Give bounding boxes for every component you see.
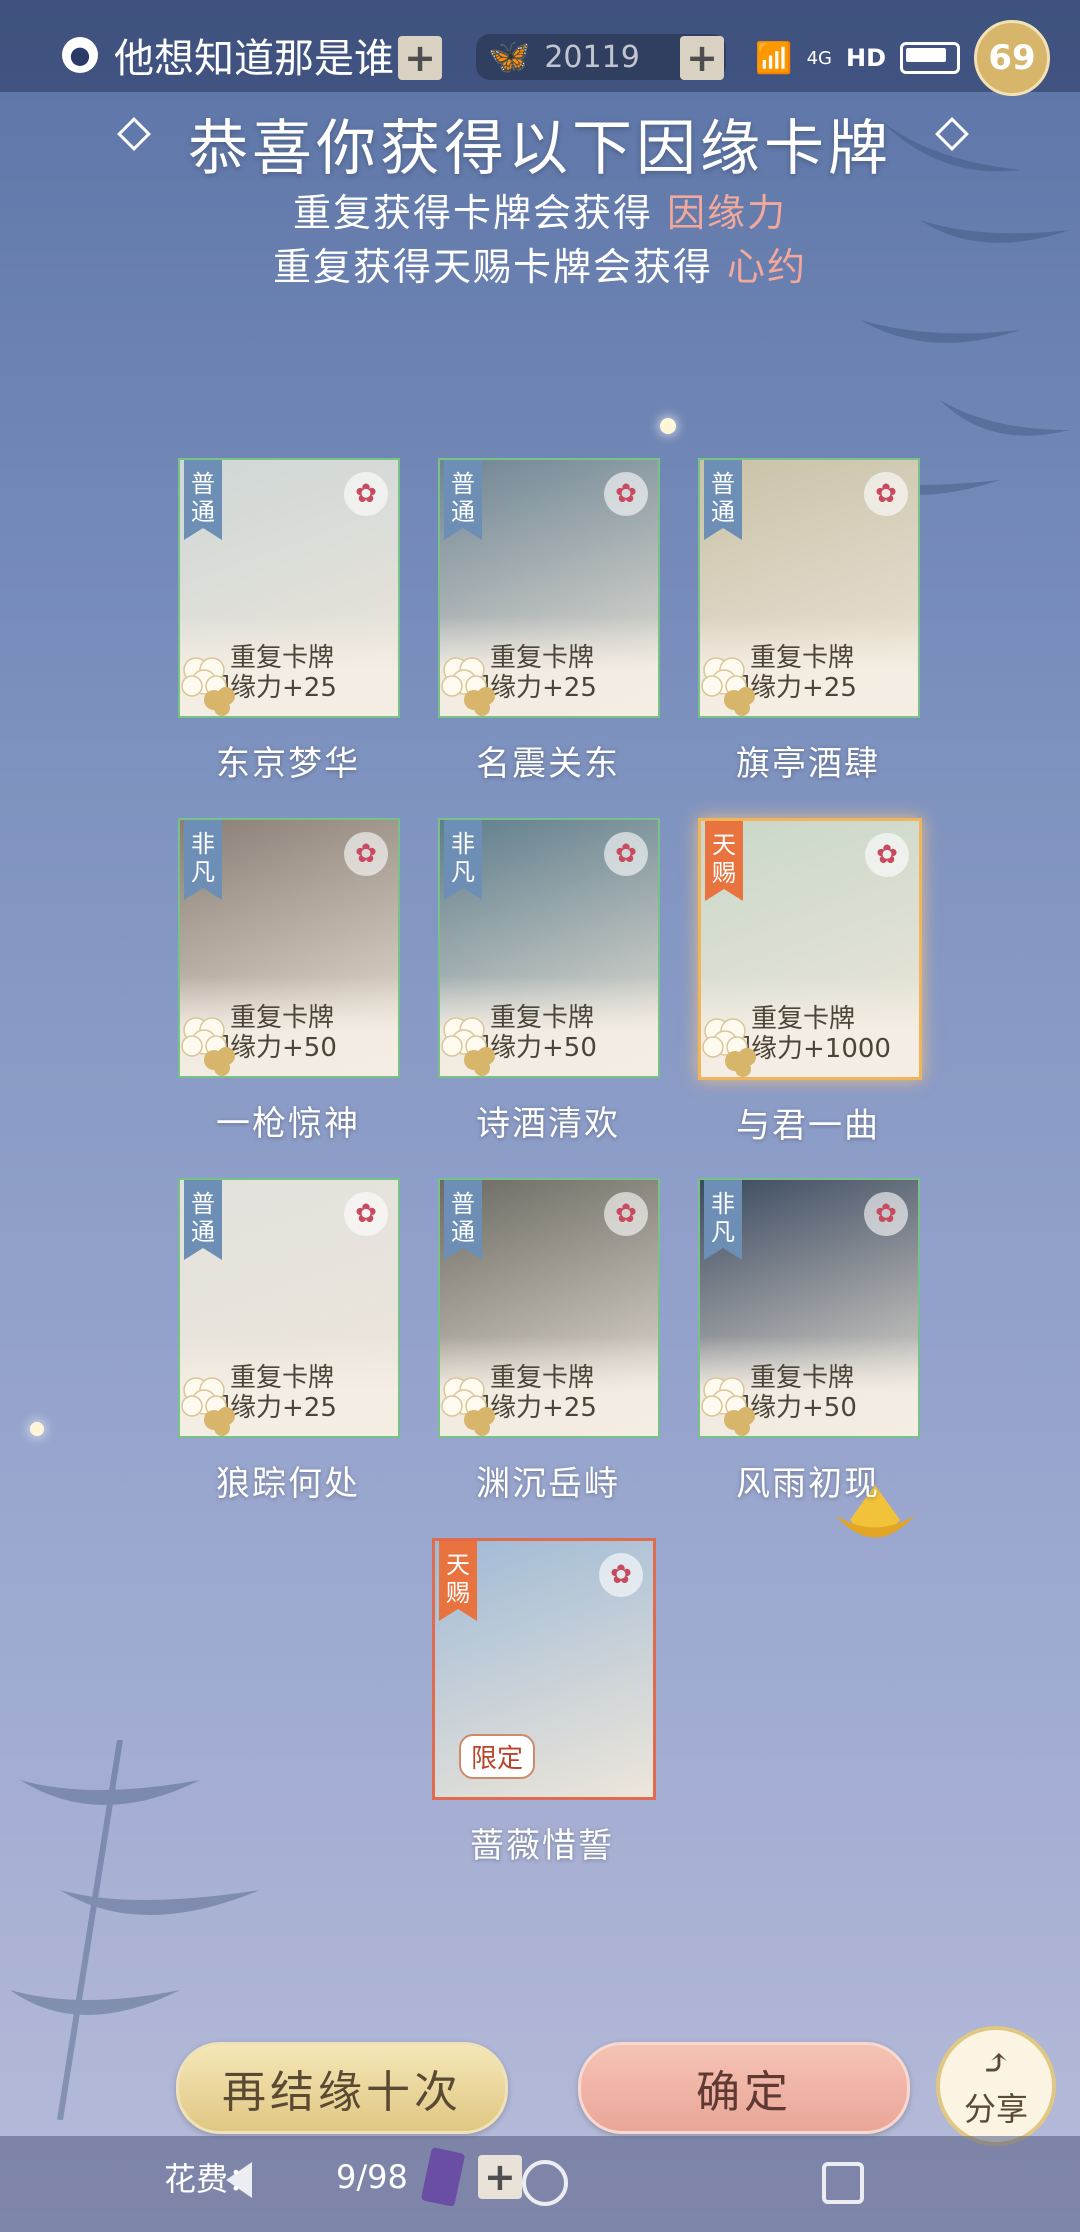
status-right: 📶 4G HD 69 xyxy=(755,20,1050,96)
share-icon: ⤴ xyxy=(980,2042,1012,2084)
card-art[interactable]: 非凡 ✿ 重复卡牌 因缘力+50 xyxy=(698,1178,920,1438)
card-name: 渊沉岳峙 xyxy=(476,1464,620,1504)
card-name: 名震关东 xyxy=(476,744,620,784)
card-emblem-icon: ✿ xyxy=(604,1192,648,1236)
card-art[interactable]: 非凡 ✿ 重复卡牌 因缘力+50 xyxy=(438,818,660,1078)
rarity-tag: 非凡 xyxy=(184,820,222,900)
add-butterfly-button[interactable]: + xyxy=(680,36,724,80)
card-art[interactable]: 普通 ✿ 重复卡牌 因缘力+25 xyxy=(698,458,920,718)
sparkle xyxy=(30,1422,44,1436)
rarity-tag: 非凡 xyxy=(704,1180,742,1260)
card-art[interactable]: 非凡 ✿ 重复卡牌 因缘力+50 xyxy=(178,818,400,1078)
card-item[interactable]: 普通 ✿ 重复卡牌 因缘力+25 渊沉岳峙 xyxy=(438,1178,660,1505)
sakura-flower-icon xyxy=(181,1377,235,1436)
card-emblem-icon: ✿ xyxy=(344,472,388,516)
network-label: 4G xyxy=(806,47,832,69)
xinyue-highlight: 心约 xyxy=(727,245,808,289)
card-item[interactable]: 非凡 ✿ 重复卡牌 因缘力+50 诗酒清欢 xyxy=(438,818,660,1145)
sakura-flower-icon xyxy=(701,657,755,716)
subtitle-line-2: 重复获得天赐卡牌会获得 心约 xyxy=(0,236,1080,291)
page-title: 恭喜你获得以下因缘卡牌 xyxy=(188,114,892,184)
cost-info: 花费： 9/98 + xyxy=(164,2147,522,2207)
card-art[interactable]: 普通 ✿ 重复卡牌 因缘力+25 xyxy=(438,458,660,718)
card-name: 旗亭酒肆 xyxy=(736,744,880,784)
sakura-flower-icon xyxy=(441,1377,495,1436)
sakura-flower-icon xyxy=(441,657,495,716)
share-label: 分享 xyxy=(963,2089,1028,2128)
card-item[interactable]: 非凡 ✿ 重复卡牌 因缘力+50 一枪惊神 xyxy=(178,818,400,1145)
status-left: ● 他想知道那是谁 xyxy=(62,26,394,84)
home-nav-icon[interactable] xyxy=(522,2160,568,2206)
draw-ten-again-button[interactable]: 再结缘十次 xyxy=(176,2042,508,2134)
subtitle-2-text: 重复获得天赐卡牌会获得 xyxy=(272,245,713,289)
rarity-tag: 普通 xyxy=(704,460,742,540)
sakura-flower-icon xyxy=(701,1377,755,1436)
card-item[interactable]: 天赐 ✿ 重复卡牌 因缘力+1000 与君一曲 xyxy=(698,818,922,1147)
card-name: 蔷薇惜誓 xyxy=(470,1826,614,1866)
card-name: 风雨初现 xyxy=(736,1464,880,1504)
card-item[interactable]: 普通 ✿ 重复卡牌 因缘力+25 狼踪何处 xyxy=(178,1178,400,1505)
card-emblem-icon: ✿ xyxy=(599,1553,643,1597)
card-item[interactable]: 非凡 ✿ 重复卡牌 因缘力+50 风雨初现 xyxy=(698,1178,920,1505)
card-emblem-icon: ✿ xyxy=(604,832,648,876)
card-art[interactable]: 普通 ✿ 重复卡牌 因缘力+25 xyxy=(178,1178,400,1438)
card-emblem-icon: ✿ xyxy=(865,833,909,877)
card-item[interactable]: 普通 ✿ 重复卡牌 因缘力+25 东京梦华 xyxy=(178,458,400,785)
rarity-tag: 天赐 xyxy=(705,821,743,901)
recents-nav-icon[interactable] xyxy=(822,2162,864,2204)
card-item[interactable]: 普通 ✿ 重复卡牌 因缘力+25 旗亭酒肆 xyxy=(698,458,920,785)
sakura-flower-icon xyxy=(441,1017,495,1076)
back-nav-icon[interactable] xyxy=(226,2162,252,2198)
sakura-flower-icon xyxy=(181,657,235,716)
hd-label: HD xyxy=(845,44,886,72)
card-name: 东京梦华 xyxy=(216,744,360,784)
card-emblem-icon: ✿ xyxy=(344,832,388,876)
limited-badge: 限定 xyxy=(459,1734,536,1779)
card-name: 诗酒清欢 xyxy=(476,1104,620,1144)
battery-level: 69 xyxy=(974,20,1050,96)
add-ticket-button[interactable]: + xyxy=(477,2155,522,2199)
rarity-tag: 天赐 xyxy=(439,1541,477,1621)
ticket-icon xyxy=(420,2147,466,2207)
subtitle-1-text: 重复获得卡牌会获得 xyxy=(292,191,653,235)
add-currency-button[interactable]: + xyxy=(398,36,442,80)
yinyuan-power-highlight: 因缘力 xyxy=(667,191,788,235)
sakura-flower-icon xyxy=(702,1018,756,1077)
card-emblem-icon: ✿ xyxy=(864,1192,908,1236)
battery-icon xyxy=(900,42,960,74)
card-art[interactable]: 天赐 ✿ 限定 xyxy=(432,1538,656,1800)
card-name: 狼踪何处 xyxy=(216,1464,360,1504)
card-emblem-icon: ✿ xyxy=(344,1192,388,1236)
wifi-icon: 📶 xyxy=(755,40,793,76)
rarity-tag: 普通 xyxy=(444,460,482,540)
card-name: 一枪惊神 xyxy=(216,1104,360,1144)
confirm-button[interactable]: 确定 xyxy=(578,2042,910,2134)
ticket-count: 9/98 xyxy=(336,2158,408,2196)
card-emblem-icon: ✿ xyxy=(604,472,648,516)
subtitle-line-1: 重复获得卡牌会获得 因缘力 xyxy=(0,182,1080,237)
rarity-tag: 普通 xyxy=(184,460,222,540)
app-name: 他想知道那是谁 xyxy=(114,36,394,82)
sparkle xyxy=(660,418,676,434)
card-item[interactable]: 普通 ✿ 重复卡牌 因缘力+25 名震关东 xyxy=(438,458,660,785)
butterfly-icon: 🦋 xyxy=(488,37,531,77)
rarity-tag: 普通 xyxy=(184,1180,222,1260)
butterfly-count: 20119 xyxy=(544,39,640,75)
card-art[interactable]: 天赐 ✿ 重复卡牌 因缘力+1000 xyxy=(698,818,922,1080)
app-logo-icon: ● xyxy=(62,37,98,73)
share-button[interactable]: ⤴ 分享 xyxy=(936,2026,1056,2146)
card-art[interactable]: 普通 ✿ 重复卡牌 因缘力+25 xyxy=(178,458,400,718)
card-emblem-icon: ✿ xyxy=(864,472,908,516)
sakura-flower-icon xyxy=(181,1017,235,1076)
card-name: 与君一曲 xyxy=(736,1106,880,1146)
card-item[interactable]: 天赐 ✿ 限定蔷薇惜誓 xyxy=(432,1538,656,1867)
rarity-tag: 非凡 xyxy=(444,820,482,900)
card-art[interactable]: 普通 ✿ 重复卡牌 因缘力+25 xyxy=(438,1178,660,1438)
rarity-tag: 普通 xyxy=(444,1180,482,1260)
